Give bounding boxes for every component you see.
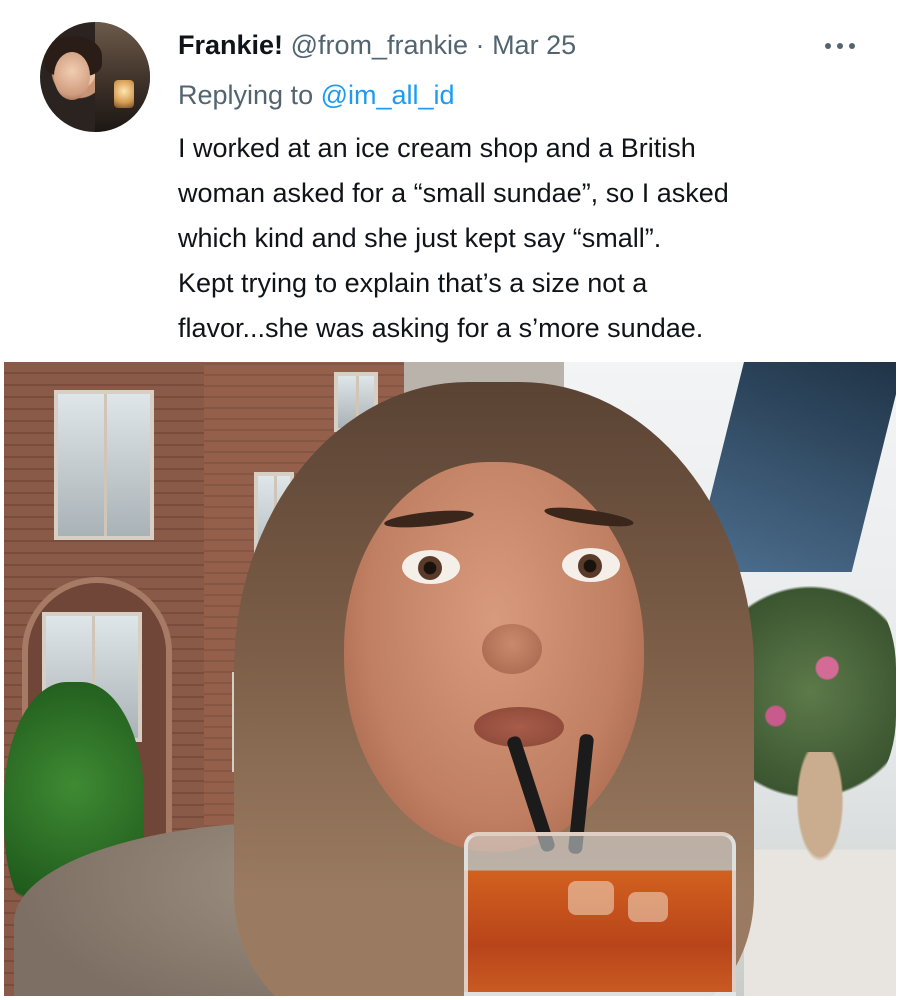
tweet: Frankie! @from_frankie · Mar 25 Replying… (0, 0, 900, 360)
drink-glass (464, 832, 736, 996)
tweet-text-line: flavor...she was asking for a s’more sun… (178, 313, 704, 343)
tweet-photo[interactable] (4, 362, 896, 996)
replying-to: Replying to @im_all_id (178, 78, 455, 112)
tweet-text: I worked at an ice cream shop and a Brit… (178, 126, 878, 351)
header-separator: · (475, 30, 485, 60)
ice-cube (628, 892, 668, 922)
tweet-text-line: Kept trying to explain that’s a size not… (178, 268, 648, 298)
eye (402, 550, 460, 584)
more-horizontal-icon[interactable] (820, 38, 860, 54)
tweet-text-line: woman asked for a “small sundae”, so I a… (178, 178, 729, 208)
tweet-text-line: which kind and she just kept say “small”… (178, 223, 662, 253)
background-person (744, 752, 896, 996)
user-handle[interactable]: @from_frankie (291, 30, 468, 60)
reply-to-handle[interactable]: @im_all_id (321, 80, 455, 110)
building-window (54, 390, 154, 540)
nose (482, 624, 542, 674)
eye (562, 548, 620, 582)
display-name[interactable]: Frankie! (178, 30, 283, 60)
tweet-text-line: I worked at an ice cream shop and a Brit… (178, 133, 696, 163)
avatar[interactable] (40, 22, 150, 132)
ice-cube (568, 881, 614, 915)
tweet-header: Frankie! @from_frankie · Mar 25 (178, 28, 576, 62)
replying-to-label: Replying to (178, 80, 314, 110)
tweet-date[interactable]: Mar 25 (492, 30, 576, 60)
